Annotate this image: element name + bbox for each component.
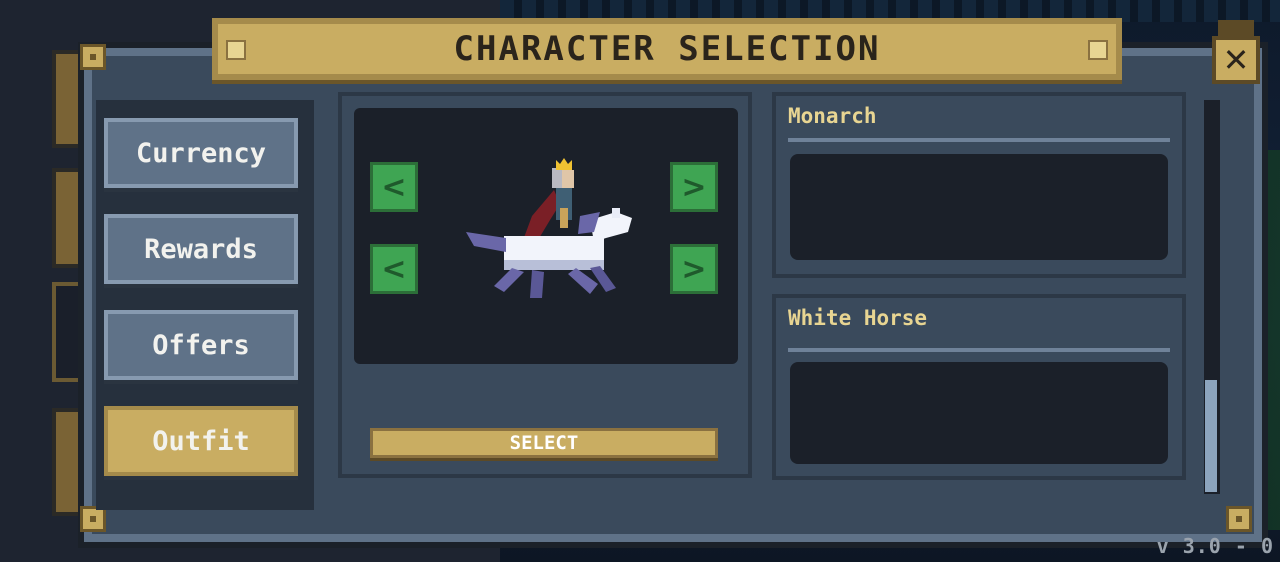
character-sprite (466, 158, 632, 298)
scrollbar-thumb[interactable] (1205, 380, 1217, 492)
mount-info-card: White Horse (772, 294, 1186, 480)
select-button-label: SELECT (509, 432, 579, 454)
next-outfit-button[interactable]: > (670, 162, 718, 212)
title-banner: CHARACTER SELECTION (212, 18, 1122, 80)
nav-button-label: Outfit (152, 425, 250, 457)
character-preview (354, 108, 738, 364)
chevron-left-icon: < (381, 251, 407, 287)
close-button-cap (1218, 20, 1254, 36)
banner-corner-ornament (1088, 40, 1108, 60)
nav-button-outfit[interactable]: Outfit (104, 406, 298, 476)
card-divider (788, 348, 1170, 352)
chevron-left-icon: < (381, 169, 407, 205)
nav-button-currency[interactable]: Currency (104, 118, 298, 188)
nav-button-label: Rewards (144, 233, 258, 265)
prev-mount-button[interactable]: < (370, 244, 418, 294)
card-description (790, 362, 1168, 464)
close-x-icon: ✕ (1222, 41, 1250, 79)
nav-button-label: Currency (135, 137, 267, 169)
page-title: CHARACTER SELECTION (453, 29, 881, 69)
close-button[interactable]: ✕ (1212, 36, 1260, 84)
version-label: v 3.0 - 0 (1156, 534, 1274, 558)
banner-corner-ornament (226, 40, 246, 60)
card-description (790, 154, 1168, 260)
category-nav: Currency Rewards Offers Outfit (96, 100, 314, 510)
chevron-right-icon: > (681, 169, 707, 205)
chevron-right-icon: > (681, 251, 707, 287)
nav-button-rewards[interactable]: Rewards (104, 214, 298, 284)
select-button[interactable]: SELECT (370, 428, 718, 458)
card-title: Monarch (788, 104, 877, 128)
character-info-card: Monarch (772, 92, 1186, 278)
nav-button-offers[interactable]: Offers (104, 310, 298, 380)
prev-outfit-button[interactable]: < (370, 162, 418, 212)
card-divider (788, 138, 1170, 142)
panel-corner-ornament (1226, 506, 1252, 532)
next-mount-button[interactable]: > (670, 244, 718, 294)
panel-corner-ornament (80, 44, 106, 70)
nav-button-label: Offers (152, 329, 250, 361)
card-title: White Horse (788, 306, 928, 330)
